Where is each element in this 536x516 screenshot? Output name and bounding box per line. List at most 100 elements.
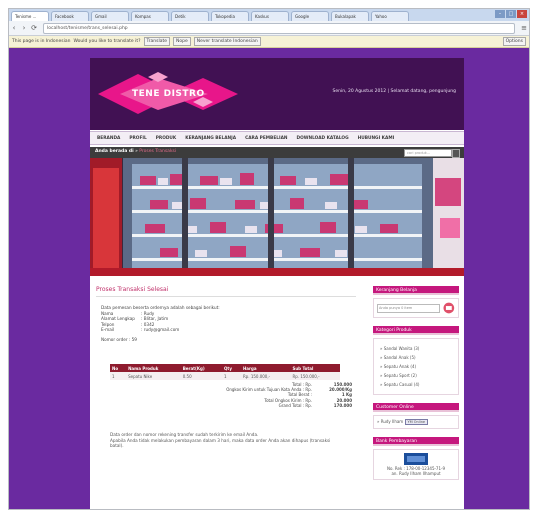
web-page: TENE DISTRO Senin, 20 Agustus 2012 | Sel…: [90, 58, 464, 509]
never-translate-button[interactable]: Never translate Indonesian: [193, 37, 261, 46]
cart-box: Anda punya 0 item: [373, 298, 459, 318]
wrench-icon[interactable]: ≡: [519, 24, 529, 32]
receiver-info: Data pemesan beserta ordernya adalah seb…: [96, 305, 356, 342]
minimize-button[interactable]: –: [495, 10, 505, 18]
browser-tab[interactable]: Google: [291, 11, 329, 21]
breadcrumb: Anda berada di » Proses Transaksi: [95, 149, 177, 154]
maximize-button[interactable]: □: [506, 10, 516, 18]
translate-button[interactable]: Translate: [143, 37, 170, 46]
forward-icon[interactable]: ›: [19, 24, 29, 32]
menu-item-keranjang[interactable]: KERANJANG BELANJA: [185, 136, 236, 141]
window-controls: – □ ×: [495, 10, 527, 18]
browser-window: Tenisme ... Facebook Gmail Kompas Detik …: [8, 8, 530, 510]
breadcrumb-home[interactable]: Anda berada di: [95, 149, 134, 154]
table-cell: 0.50: [180, 372, 222, 380]
order-table: No Nama Produk Berat(Kg) Qty Harga Sub T…: [110, 364, 340, 380]
cart-heading: Keranjang Belanja: [373, 286, 459, 295]
header-info: Senin, 20 Agustus 2012 | Selamat datang,…: [332, 89, 456, 94]
browser-tab[interactable]: Kaskus: [251, 11, 289, 21]
table-cell: 1: [222, 372, 241, 380]
order-number: Nomor order : 59: [101, 336, 137, 342]
category-item[interactable]: » Sepatu Casual (4): [380, 382, 455, 387]
browser-tab[interactable]: Facebook: [51, 11, 89, 21]
table-cell: Rp. 150.000,-: [240, 372, 291, 380]
back-icon[interactable]: ‹: [9, 24, 19, 32]
cart-icon[interactable]: [443, 302, 455, 314]
categories-box: » Sandal Wanita (3) » Sandal Anak (5) » …: [373, 338, 459, 395]
support-box: » Rudy Ilham YM Online: [373, 415, 459, 429]
menu-item-cara-pembelian[interactable]: CARA PEMBELIAN: [245, 136, 287, 141]
category-item[interactable]: » Sepatu Sport (2): [380, 373, 455, 378]
options-button[interactable]: Options: [502, 37, 526, 46]
category-item[interactable]: » Sepatu Anak (4): [380, 364, 455, 369]
category-label: Sandal Anak (5): [383, 355, 416, 360]
order-note: Data order dan nomor rekening transfer s…: [110, 432, 345, 449]
translate-question: Would you like to translate it?: [73, 39, 141, 44]
table-cell: Rp. 150.000,-: [290, 372, 340, 380]
url-input[interactable]: localhost/tenisme/trans_selesai.php: [43, 22, 515, 34]
table-header-row: No Nama Produk Berat(Kg) Qty Harga Sub T…: [110, 364, 340, 372]
note-line: Apabila Anda tidak melakukan pembayaran …: [110, 437, 331, 449]
receiver-value: : rudy@gmail.com: [141, 327, 180, 332]
address-bar-row: ‹ › ⟳ localhost/tenisme/trans_selesai.ph…: [9, 21, 529, 36]
sidebar: Keranjang Belanja Anda punya 0 item Kate…: [373, 286, 459, 488]
browser-tab[interactable]: Tenisme ...: [11, 11, 49, 21]
banner-image: [90, 158, 464, 276]
search-button[interactable]: [452, 149, 460, 158]
site-header: TENE DISTRO Senin, 20 Agustus 2012 | Sel…: [90, 58, 464, 130]
category-label: Sepatu Anak (4): [383, 364, 417, 369]
category-item[interactable]: » Sandal Anak (5): [380, 355, 455, 360]
receiver-key: E-mail: [101, 327, 115, 332]
browser-tab[interactable]: Yahoo: [371, 11, 409, 21]
categories-heading: Kategori Produk: [373, 326, 459, 335]
table-header: No: [110, 364, 127, 372]
table-row: 1 Sepatu Nike 0.50 1 Rp. 150.000,- Rp. 1…: [110, 372, 340, 380]
menu-item-hubungi-kami[interactable]: HUBUNGI KAMI: [358, 136, 395, 141]
browser-tab[interactable]: Tokopedia: [211, 11, 249, 21]
breadcrumb-bar: Anda berada di » Proses Transaksi cari p…: [90, 147, 464, 158]
order-totals: Total : Rp. 150.000 Ongkos Kirim untuk Tu…: [196, 382, 352, 408]
payment-heading: Bank Pembayaran: [373, 437, 459, 446]
total-value: 170.000: [333, 402, 352, 408]
table-header: Berat(Kg): [180, 364, 222, 372]
table-cell: Sepatu Nike: [126, 372, 181, 380]
breadcrumb-current: Proses Transaksi: [139, 149, 177, 154]
cart-summary: Anda punya 0 item: [377, 303, 441, 313]
category-label: Sepatu Sport (2): [383, 373, 417, 378]
main-content: Proses Transaksi Selesai Data pemesan be…: [96, 286, 356, 448]
tab-bar: Tenisme ... Facebook Gmail Kompas Detik …: [9, 9, 529, 21]
translate-bar: This page is in Indonesian Would you lik…: [9, 36, 529, 48]
bank-logo: [404, 453, 428, 465]
menu-item-download-katalog[interactable]: DOWNLOAD KATALOG: [297, 136, 349, 141]
table-header: Qty: [222, 364, 241, 372]
payment-owner: an. Rudy Ilham Ilhamput: [391, 471, 441, 476]
menu-item-produk[interactable]: PRODUK: [156, 136, 177, 141]
support-heading: Customer Online: [373, 403, 459, 412]
table-header: Sub Total: [290, 364, 340, 372]
browser-tab[interactable]: Bukalapak: [331, 11, 369, 21]
browser-tab[interactable]: Gmail: [91, 11, 129, 21]
chat-button[interactable]: YM Online: [404, 419, 429, 425]
main-menu: BERANDA PROFIL PRODUK KERANJANG BELANJA …: [90, 131, 464, 145]
nope-button[interactable]: Nope: [172, 37, 191, 46]
close-button[interactable]: ×: [517, 10, 527, 18]
support-name: Rudy Ilham: [380, 419, 404, 424]
category-label: Sepatu Casual (4): [383, 382, 420, 387]
logo-text: TENE DISTRO: [132, 89, 205, 99]
menu-item-profil[interactable]: PROFIL: [129, 136, 146, 141]
category-label: Sandal Wanita (3): [383, 346, 420, 351]
reload-icon[interactable]: ⟳: [29, 24, 39, 32]
payment-box: No. Rek : 178-00-12345-71-9 an. Rudy Ilh…: [373, 449, 459, 480]
table-header: Nama Produk: [126, 364, 181, 372]
receiver-row: E-mail : rudy@gmail.com: [101, 327, 356, 333]
search-input[interactable]: cari produk...: [404, 149, 452, 157]
category-item[interactable]: » Sandal Wanita (3): [380, 346, 455, 351]
table-cell: 1: [110, 372, 127, 380]
menu-item-beranda[interactable]: BERANDA: [97, 136, 120, 141]
browser-tab[interactable]: Detik: [171, 11, 209, 21]
browser-tab[interactable]: Kompas: [131, 11, 169, 21]
table-header: Harga: [240, 364, 291, 372]
page-title: Proses Transaksi Selesai: [96, 286, 356, 297]
total-label: Grand Total : Rp.: [278, 402, 312, 408]
translate-message: This page is in Indonesian: [12, 39, 71, 44]
